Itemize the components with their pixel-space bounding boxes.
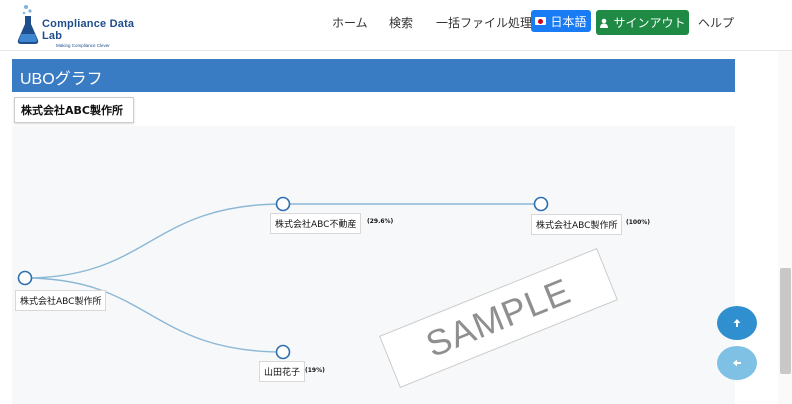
- node-label-real-estate: 株式会社ABC不動産: [270, 213, 362, 234]
- arrow-up-icon: [733, 319, 741, 327]
- graph-node[interactable]: [275, 344, 291, 360]
- node-label-root: 株式会社ABC製作所: [15, 290, 107, 311]
- graph-edge: [24, 203, 284, 279]
- scrollbar-thumb[interactable]: [780, 268, 791, 374]
- arrow-left-icon: [733, 359, 741, 367]
- graph-node[interactable]: [17, 270, 33, 286]
- node-percent-manufacturing: (100%): [626, 219, 651, 226]
- node-percent-yamada: (19%): [305, 367, 325, 374]
- scroll-to-top-button[interactable]: [717, 306, 757, 340]
- node-percent-real-estate: (29.6%): [367, 218, 394, 225]
- graph-node[interactable]: [275, 196, 291, 212]
- node-label-manufacturing: 株式会社ABC製作所: [531, 214, 623, 235]
- graph-node[interactable]: [533, 196, 549, 212]
- node-label-yamada: 山田花子: [259, 361, 306, 382]
- back-button[interactable]: [717, 346, 757, 380]
